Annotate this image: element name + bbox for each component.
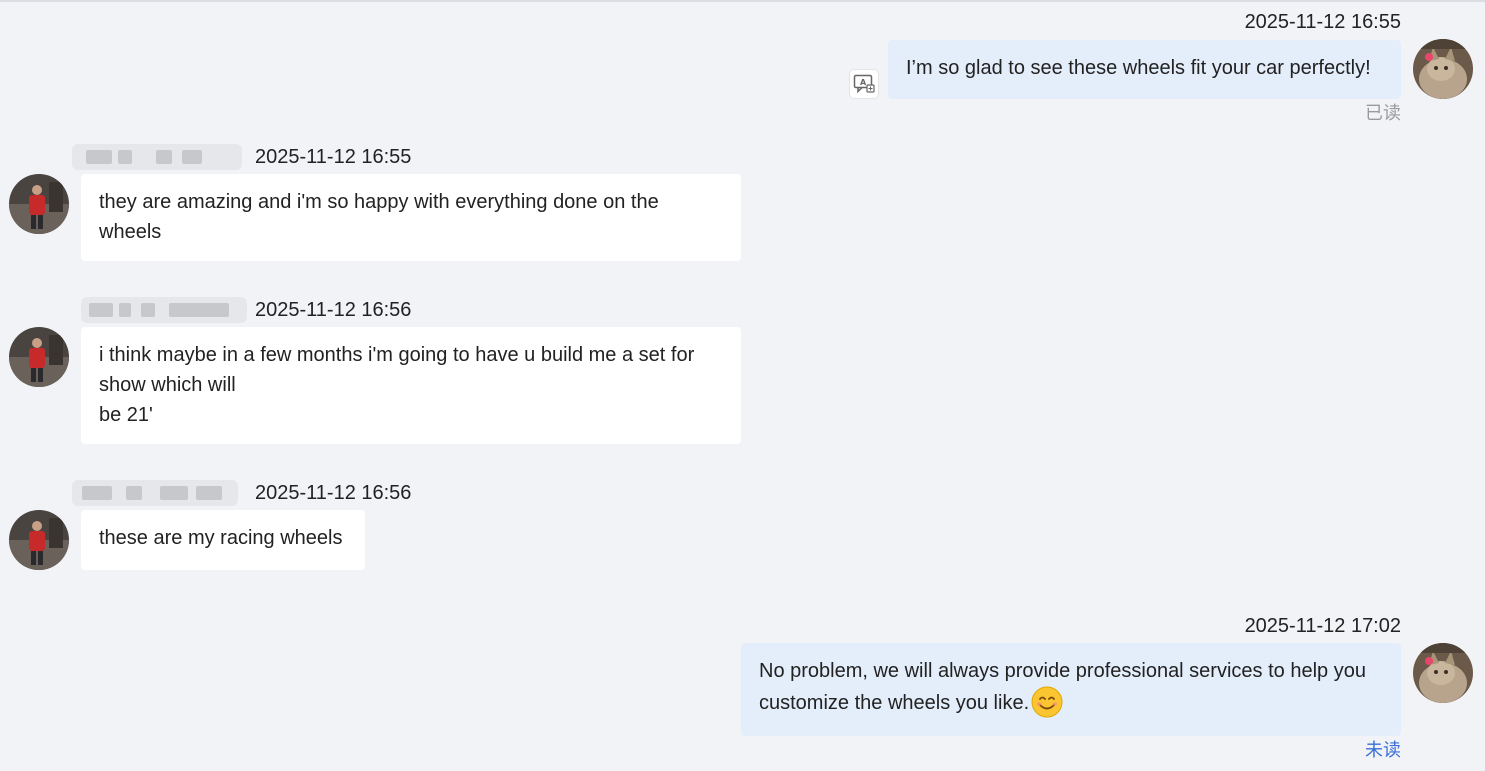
unread-status: 未读 xyxy=(1365,740,1401,760)
message-text: they are amazing and i'm so happy with e… xyxy=(99,191,659,213)
translate-icon: A xyxy=(853,74,875,94)
message-text: customize the wheels you like. xyxy=(759,692,1030,714)
message-timestamp: 2025-11-12 16:56 xyxy=(255,299,412,321)
message-text: these are my racing wheels xyxy=(99,527,343,549)
message-timestamp: 2025-11-12 16:56 xyxy=(255,482,412,504)
outgoing-message-bubble[interactable]: No problem, we will always provide profe… xyxy=(741,643,1401,736)
cat-avatar-icon xyxy=(1413,643,1473,703)
message-text: I’m so glad to see these wheels fit your… xyxy=(906,57,1371,79)
message-text: No problem, we will always provide profe… xyxy=(759,660,1366,682)
cat-avatar-icon xyxy=(1413,39,1473,99)
outgoing-message-bubble[interactable]: I’m so glad to see these wheels fit your… xyxy=(888,40,1401,99)
message-timestamp: 2025-11-12 16:55 xyxy=(255,146,412,168)
message-text: show which will xyxy=(99,374,236,396)
sender-name-blurred xyxy=(81,297,247,323)
incoming-message-bubble[interactable]: these are my racing wheels xyxy=(81,510,365,570)
person-avatar-icon xyxy=(9,510,69,570)
person-avatar-icon xyxy=(9,327,69,387)
message-text: i think maybe in a few months i'm going … xyxy=(99,344,695,366)
message-text: wheels xyxy=(99,221,162,243)
my-avatar[interactable] xyxy=(1413,39,1473,99)
top-divider xyxy=(0,0,1485,2)
contact-avatar[interactable] xyxy=(9,174,69,234)
sender-name-blurred xyxy=(72,144,242,170)
contact-avatar[interactable] xyxy=(9,510,69,570)
svg-text:A: A xyxy=(860,78,867,87)
my-avatar[interactable] xyxy=(1413,643,1473,703)
sender-name-blurred xyxy=(72,480,238,506)
translate-button[interactable]: A xyxy=(849,69,879,99)
message-timestamp: 2025-11-12 17:02 xyxy=(1244,615,1401,637)
person-avatar-icon xyxy=(9,174,69,234)
incoming-message-bubble[interactable]: i think maybe in a few months i'm going … xyxy=(81,327,741,444)
smiling-face-emoji-icon xyxy=(1031,686,1063,718)
incoming-message-bubble[interactable]: they are amazing and i'm so happy with e… xyxy=(81,174,741,261)
message-timestamp: 2025-11-12 16:55 xyxy=(1244,11,1401,33)
message-text-with-emoji: customize the wheels you like. xyxy=(759,686,1383,718)
contact-avatar[interactable] xyxy=(9,327,69,387)
read-status: 已读 xyxy=(1365,103,1401,123)
message-text: be 21' xyxy=(99,404,153,426)
